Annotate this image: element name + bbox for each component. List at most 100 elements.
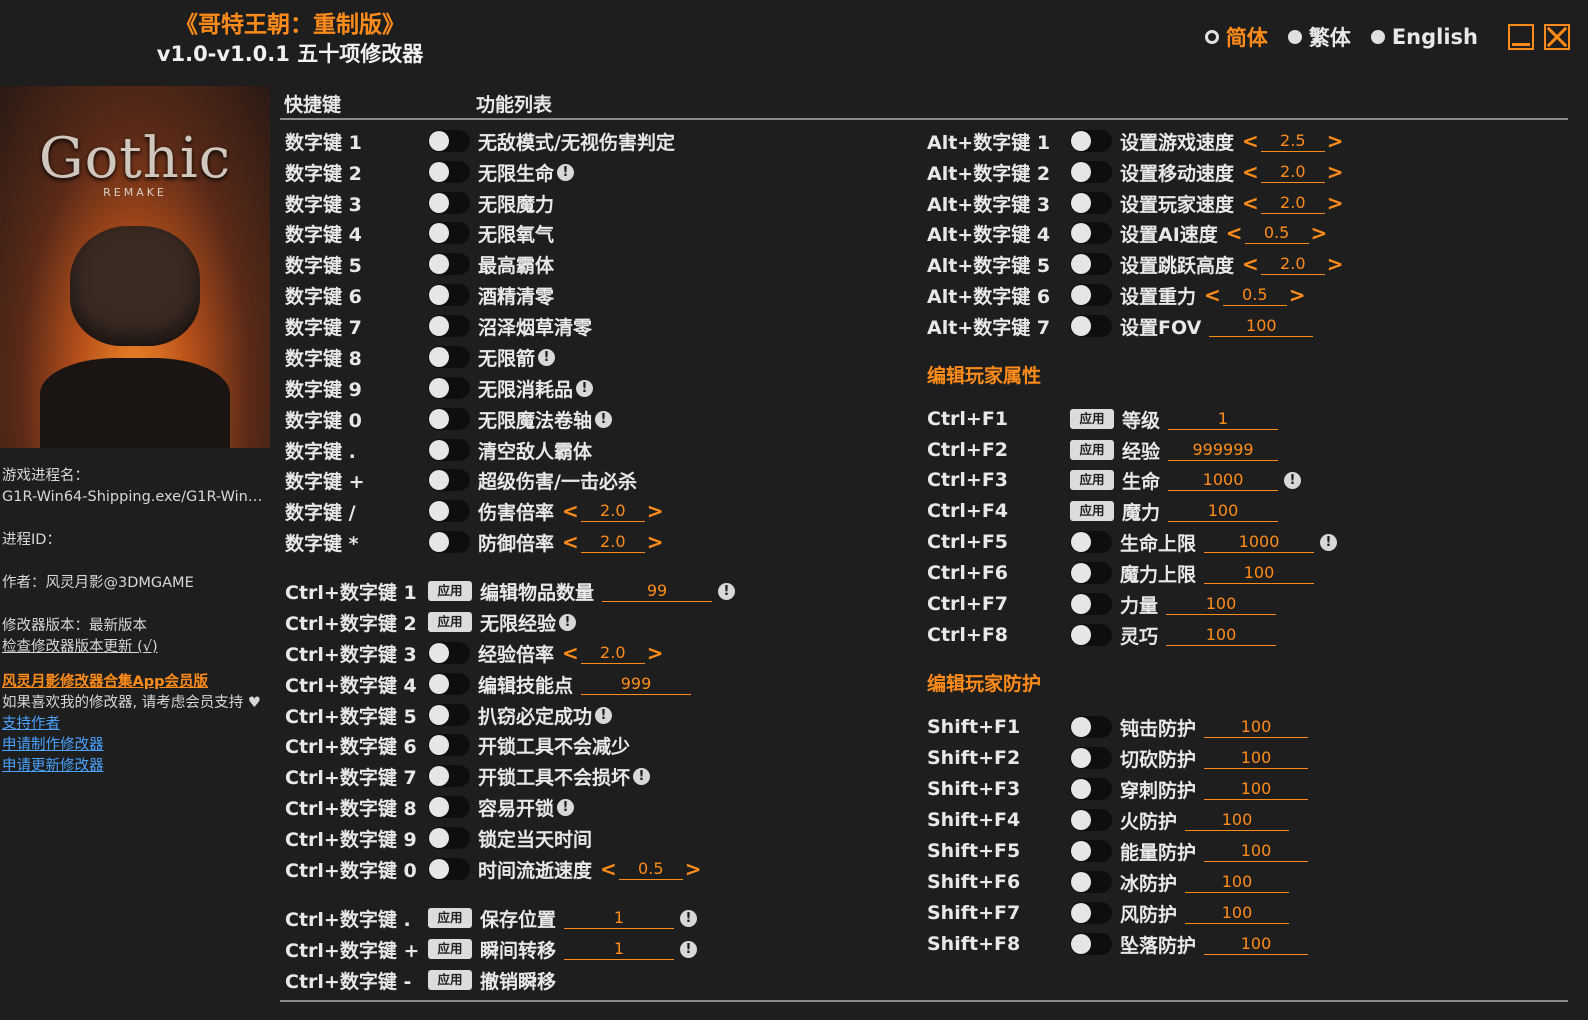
warning-icon[interactable]: ! <box>576 379 594 397</box>
value-input[interactable]: 2.0 <box>580 531 645 553</box>
toggle-switch[interactable] <box>1070 840 1112 862</box>
request-update-link[interactable]: 申请更新修改器 <box>2 756 270 777</box>
apply-button[interactable]: 应用 <box>428 970 472 990</box>
warning-icon[interactable]: ! <box>633 767 651 785</box>
close-icon[interactable] <box>1544 24 1570 50</box>
decrease-arrow-icon[interactable]: < <box>562 530 579 554</box>
value-input[interactable]: 2.0 <box>1260 253 1325 275</box>
apply-button[interactable]: 应用 <box>1070 409 1114 429</box>
value-input[interactable]: 2.5 <box>1260 130 1325 152</box>
apply-button[interactable]: 应用 <box>428 908 472 928</box>
warning-icon[interactable]: ! <box>680 909 698 927</box>
toggle-switch[interactable] <box>428 500 470 522</box>
apply-button[interactable]: 应用 <box>1070 501 1114 521</box>
warning-icon[interactable]: ! <box>718 582 736 600</box>
decrease-arrow-icon[interactable]: < <box>1242 252 1259 276</box>
increase-arrow-icon[interactable]: > <box>1327 129 1344 153</box>
decrease-arrow-icon[interactable]: < <box>1226 221 1243 245</box>
toggle-switch[interactable] <box>428 408 470 430</box>
toggle-switch[interactable] <box>1070 315 1112 337</box>
value-input[interactable]: 100 <box>1209 315 1314 337</box>
toggle-switch[interactable] <box>428 192 470 214</box>
toggle-switch[interactable] <box>428 642 470 664</box>
increase-arrow-icon[interactable]: > <box>1311 221 1328 245</box>
toggle-switch[interactable] <box>1070 222 1112 244</box>
toggle-switch[interactable] <box>428 161 470 183</box>
decrease-arrow-icon[interactable]: < <box>1242 129 1259 153</box>
toggle-switch[interactable] <box>428 253 470 275</box>
increase-arrow-icon[interactable]: > <box>685 857 702 881</box>
value-input[interactable]: 100 <box>1204 778 1309 800</box>
lang-option-english[interactable]: English <box>1370 25 1478 49</box>
value-input[interactable]: 0.5 <box>1222 284 1287 306</box>
toggle-switch[interactable] <box>1070 747 1112 769</box>
warning-icon[interactable]: ! <box>557 798 575 816</box>
value-input[interactable]: 100 <box>1204 933 1309 955</box>
value-input[interactable]: 100 <box>1185 871 1290 893</box>
apply-button[interactable]: 应用 <box>428 612 472 632</box>
toggle-switch[interactable] <box>1070 593 1112 615</box>
toggle-switch[interactable] <box>428 346 470 368</box>
toggle-switch[interactable] <box>1070 933 1112 955</box>
toggle-switch[interactable] <box>428 222 470 244</box>
value-input[interactable]: 1 <box>564 907 675 929</box>
toggle-switch[interactable] <box>428 796 470 818</box>
warning-icon[interactable]: ! <box>595 706 613 724</box>
warning-icon[interactable]: ! <box>595 410 613 428</box>
apply-button[interactable]: 应用 <box>428 939 472 959</box>
apply-button[interactable]: 应用 <box>428 581 472 601</box>
toggle-switch[interactable] <box>1070 809 1112 831</box>
toggle-switch[interactable] <box>1070 902 1112 924</box>
value-input[interactable]: 2.0 <box>1260 192 1325 214</box>
value-input[interactable]: 0.5 <box>1244 222 1309 244</box>
toggle-switch[interactable] <box>428 531 470 553</box>
warning-icon[interactable]: ! <box>1320 533 1338 551</box>
apply-button[interactable]: 应用 <box>1070 470 1114 490</box>
value-input[interactable]: 100 <box>1185 809 1290 831</box>
toggle-switch[interactable] <box>428 315 470 337</box>
value-input[interactable]: 999 <box>581 673 692 695</box>
decrease-arrow-icon[interactable]: < <box>1204 283 1221 307</box>
app-member-link[interactable]: 风灵月影修改器合集App会员版 <box>2 672 270 693</box>
toggle-switch[interactable] <box>1070 531 1112 553</box>
toggle-switch[interactable] <box>1070 716 1112 738</box>
warning-icon[interactable]: ! <box>557 163 575 181</box>
request-make-link[interactable]: 申请制作修改器 <box>2 735 270 756</box>
toggle-switch[interactable] <box>428 469 470 491</box>
toggle-switch[interactable] <box>1070 624 1112 646</box>
lang-option-simplified[interactable]: 简体 <box>1204 22 1268 52</box>
check-update-link[interactable]: 检查修改器版本更新 (√) <box>2 637 270 658</box>
toggle-switch[interactable] <box>1070 253 1112 275</box>
minimize-icon[interactable] <box>1508 24 1534 50</box>
toggle-switch[interactable] <box>428 673 470 695</box>
toggle-switch[interactable] <box>1070 161 1112 183</box>
value-input[interactable]: 100 <box>1204 716 1309 738</box>
value-input[interactable]: 1 <box>564 938 675 960</box>
lang-option-traditional[interactable]: 繁体 <box>1287 22 1351 52</box>
value-input[interactable]: 1 <box>1168 408 1279 430</box>
value-input[interactable]: 999999 <box>1168 439 1279 461</box>
value-input[interactable]: 100 <box>1185 902 1290 924</box>
toggle-switch[interactable] <box>428 734 470 756</box>
value-input[interactable]: 2.0 <box>1260 161 1325 183</box>
value-input[interactable]: 1000 <box>1168 469 1279 491</box>
warning-icon[interactable]: ! <box>538 348 556 366</box>
toggle-switch[interactable] <box>428 765 470 787</box>
support-author-link[interactable]: 支持作者 <box>2 714 270 735</box>
value-input[interactable]: 100 <box>1168 500 1279 522</box>
value-input[interactable]: 2.0 <box>580 500 645 522</box>
increase-arrow-icon[interactable]: > <box>1327 191 1344 215</box>
toggle-switch[interactable] <box>1070 562 1112 584</box>
value-input[interactable]: 2.0 <box>580 642 645 664</box>
decrease-arrow-icon[interactable]: < <box>600 857 617 881</box>
value-input[interactable]: 100 <box>1204 562 1315 584</box>
toggle-switch[interactable] <box>1070 871 1112 893</box>
value-input[interactable]: 0.5 <box>618 858 683 880</box>
increase-arrow-icon[interactable]: > <box>1327 160 1344 184</box>
decrease-arrow-icon[interactable]: < <box>1242 160 1259 184</box>
increase-arrow-icon[interactable]: > <box>647 499 664 523</box>
value-input[interactable]: 99 <box>602 580 713 602</box>
decrease-arrow-icon[interactable]: < <box>562 499 579 523</box>
increase-arrow-icon[interactable]: > <box>647 641 664 665</box>
toggle-switch[interactable] <box>428 827 470 849</box>
